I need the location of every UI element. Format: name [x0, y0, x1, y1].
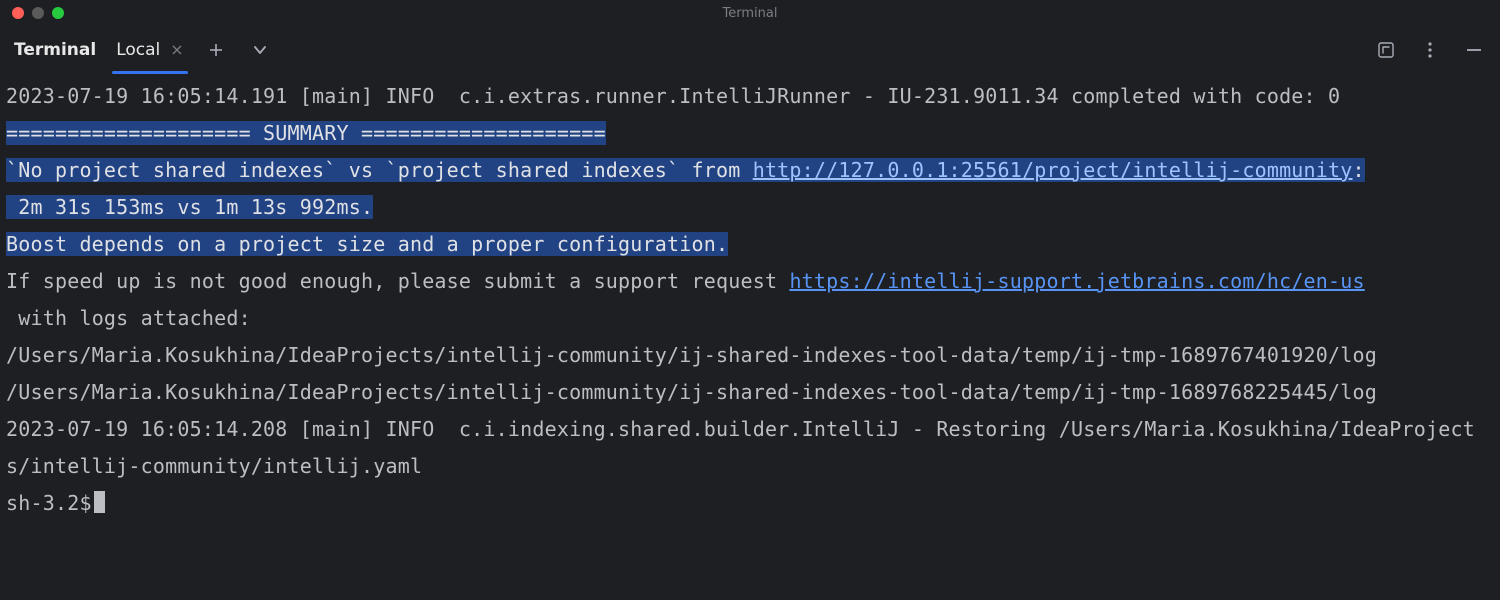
titlebar[interactable]: Terminal: [0, 0, 1500, 26]
cursor-icon: [94, 491, 105, 513]
tool-window-title: Terminal: [14, 40, 96, 60]
tab-list-dropdown-icon[interactable]: [248, 38, 272, 62]
log-line: 2m 31s 153ms vs 1m 13s 992ms.: [6, 195, 373, 219]
log-path: /Users/Maria.Kosukhina/IdeaProjects/inte…: [6, 343, 1377, 367]
window-title: Terminal: [0, 6, 1500, 21]
terminal-output[interactable]: 2023-07-19 16:05:14.191 [main] INFO c.i.…: [0, 74, 1500, 600]
minimize-window-icon[interactable]: [32, 7, 44, 19]
tab-label: Local: [116, 40, 160, 60]
log-line: Boost depends on a project size and a pr…: [6, 232, 728, 256]
expand-panel-icon[interactable]: [1374, 38, 1398, 62]
support-url-link[interactable]: https://intellij-support.jetbrains.com/h…: [789, 269, 1364, 293]
prompt: sh-3.2$: [6, 491, 92, 515]
log-line: with logs attached:: [6, 306, 251, 330]
log-path: /Users/Maria.Kosukhina/IdeaProjects/inte…: [6, 380, 1377, 404]
terminal-tabstrip: Terminal Local ×: [0, 26, 1500, 74]
close-tab-icon[interactable]: ×: [170, 42, 183, 58]
new-tab-button[interactable]: [204, 38, 228, 62]
log-line: :: [1353, 158, 1365, 182]
close-window-icon[interactable]: [12, 7, 24, 19]
tab-local[interactable]: Local ×: [116, 26, 183, 74]
log-line: 2023-07-19 16:05:14.191 [main] INFO c.i.…: [6, 84, 1340, 108]
log-line: If speed up is not good enough, please s…: [6, 269, 789, 293]
log-line: 2023-07-19 16:05:14.208 [main] INFO c.i.…: [6, 417, 1475, 478]
more-options-icon[interactable]: [1418, 38, 1442, 62]
project-url-link[interactable]: http://127.0.0.1:25561/project/intellij-…: [753, 158, 1353, 182]
selected-text: ==================== SUMMARY ===========…: [6, 121, 1365, 256]
traffic-lights: [12, 7, 64, 19]
summary-header: ==================== SUMMARY ===========…: [6, 121, 606, 145]
hide-panel-icon[interactable]: [1462, 38, 1486, 62]
zoom-window-icon[interactable]: [52, 7, 64, 19]
toolbar-right: [1374, 38, 1486, 62]
log-line: `No project shared indexes` vs `project …: [6, 158, 753, 182]
